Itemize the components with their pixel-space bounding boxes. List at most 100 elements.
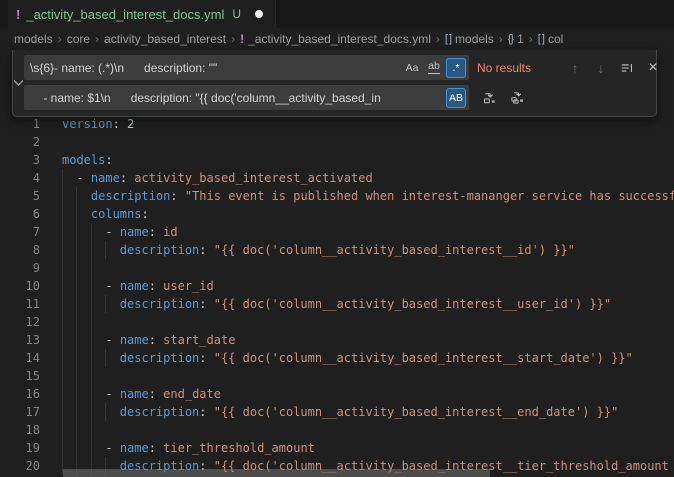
breadcrumb-separator: ›	[499, 32, 503, 46]
line-number: 12	[0, 313, 40, 331]
code-line[interactable]: 2	[0, 133, 674, 151]
breadcrumb-label: activity_based_interest	[104, 32, 226, 46]
code-line[interactable]: 7 - name: id	[0, 223, 674, 241]
breadcrumb-item-models[interactable]: [ ]models	[445, 32, 494, 46]
modified-dot-icon[interactable]	[255, 10, 263, 18]
vscode-window: ! _activity_based_interest_docs.yml U mo…	[0, 0, 674, 477]
find-in-selection-icon	[620, 61, 634, 75]
breadcrumb-label: col	[548, 32, 563, 46]
code-text: - name: end_date	[62, 385, 221, 403]
breadcrumb-item-core[interactable]: core	[67, 32, 90, 46]
code-line[interactable]: 8 description: "{{ doc('column__activity…	[0, 241, 674, 259]
symbol-object-icon: {}	[508, 33, 513, 45]
breadcrumb-item-models[interactable]: models	[14, 32, 53, 46]
code-line[interactable]: 16 - name: end_date	[0, 385, 674, 403]
code-line[interactable]: 3 models:	[0, 151, 674, 169]
indent-guide	[76, 259, 77, 277]
line-number: 11	[0, 295, 40, 313]
line-number: 1	[0, 115, 40, 133]
line-number: 20	[0, 457, 40, 475]
close-icon: ×	[648, 59, 657, 77]
code-line[interactable]: 11 description: "{{ doc('column__activit…	[0, 295, 674, 313]
indent-guide	[62, 259, 63, 277]
code-line[interactable]: 19 - name: tier_threshold_amount	[0, 439, 674, 457]
line-number: 19	[0, 439, 40, 457]
indent-guide	[76, 313, 77, 331]
line-number: 14	[0, 349, 40, 367]
replace-input-value: - name: $1\n description: "{{ doc('colum…	[30, 91, 444, 105]
replace-button[interactable]	[479, 88, 499, 108]
regex-toggle[interactable]: .*	[446, 58, 466, 78]
replace-all-icon[interactable]	[507, 88, 527, 108]
indent-guide	[91, 421, 92, 439]
replace-row: - name: $1\n description: "{{ doc('colum…	[24, 85, 663, 110]
indent-guide	[62, 421, 63, 439]
arrow-down-icon: ↓	[598, 60, 605, 76]
breadcrumb-separator: ›	[58, 32, 62, 46]
code-line[interactable]: 13 - name: start_date	[0, 331, 674, 349]
code-line[interactable]: 9	[0, 259, 674, 277]
code-text: - name: tier_threshold_amount	[62, 439, 315, 457]
previous-match-button[interactable]: ↑	[565, 58, 585, 78]
find-replace-widget: \s{6}- name: (.*)\n description: "" Aa a…	[12, 50, 657, 117]
indent-guide	[76, 421, 77, 439]
horizontal-scrollbar-thumb[interactable]	[63, 469, 490, 477]
code-text: - name: activity_based_interest_activate…	[62, 169, 373, 187]
code-line[interactable]: 10 - name: user_id	[0, 277, 674, 295]
find-input[interactable]: \s{6}- name: (.*)\n description: "" Aa a…	[24, 55, 469, 80]
whole-word-toggle[interactable]: ab	[424, 58, 444, 78]
code-text: version: 2	[62, 115, 134, 133]
code-line[interactable]: 18	[0, 421, 674, 439]
breadcrumb-separator: ›	[95, 32, 99, 46]
code-line[interactable]: 17 description: "{{ doc('column__activit…	[0, 403, 674, 421]
indent-guide	[62, 367, 63, 385]
preserve-case-toggle[interactable]: AB	[446, 88, 466, 108]
code-line[interactable]: 15	[0, 367, 674, 385]
breadcrumb-item-1[interactable]: {}1	[508, 32, 524, 46]
line-number: 2	[0, 133, 40, 151]
code-text: columns:	[62, 205, 149, 223]
find-in-selection-button[interactable]	[617, 58, 637, 78]
find-row: \s{6}- name: (.*)\n description: "" Aa a…	[24, 55, 663, 80]
breadcrumb-separator: ›	[529, 32, 533, 46]
code-line[interactable]: 5 description: "This event is published …	[0, 187, 674, 205]
line-number: 3	[0, 151, 40, 169]
replace-input[interactable]: - name: $1\n description: "{{ doc('colum…	[24, 85, 469, 110]
breadcrumb-separator: ›	[436, 32, 440, 46]
line-number: 16	[0, 385, 40, 403]
line-number: 7	[0, 223, 40, 241]
breadcrumb-item-col[interactable]: [ ]col	[538, 32, 564, 46]
match-case-toggle[interactable]: Aa	[402, 58, 422, 78]
code-line[interactable]: 12	[0, 313, 674, 331]
code-line[interactable]: 14 description: "{{ doc('column__activit…	[0, 349, 674, 367]
breadcrumb: models › core › activity_based_interest › !_ac…	[0, 28, 674, 50]
tab-title: _activity_based_interest_docs.yml	[26, 7, 224, 22]
line-number: 9	[0, 259, 40, 277]
breadcrumb-separator: ›	[231, 32, 235, 46]
code-text: description: "This event is published wh…	[62, 187, 674, 205]
line-number: 6	[0, 205, 40, 223]
code-line[interactable]: 1 version: 2	[0, 115, 674, 133]
line-number: 10	[0, 277, 40, 295]
line-number: 18	[0, 421, 40, 439]
breadcrumb-item-_activity_based_interest_docs.yml[interactable]: !_activity_based_interest_docs.yml	[240, 32, 431, 46]
tab-activity-based-interest-docs[interactable]: ! _activity_based_interest_docs.yml U	[8, 0, 276, 28]
close-button[interactable]: ×	[643, 58, 663, 78]
indent-guide	[91, 259, 92, 277]
breadcrumb-label: _activity_based_interest_docs.yml	[248, 32, 431, 46]
indent-guide	[91, 367, 92, 385]
code-line[interactable]: 6 columns:	[0, 205, 674, 223]
line-number: 4	[0, 169, 40, 187]
code-text: description: "{{ doc('column__activity_b…	[62, 403, 618, 421]
git-status-badge: U	[232, 7, 241, 21]
symbol-array-icon: [ ]	[445, 33, 451, 45]
replace-icon	[482, 90, 497, 105]
next-match-button[interactable]: ↓	[591, 58, 611, 78]
find-input-value: \s{6}- name: (.*)\n description: ""	[30, 61, 400, 75]
code-line[interactable]: 4 - name: activity_based_interest_activa…	[0, 169, 674, 187]
code-text: description: "{{ doc('column__activity_b…	[62, 295, 611, 313]
breadcrumb-item-activity_based_interest[interactable]: activity_based_interest	[104, 32, 226, 46]
replace-all-icon	[510, 90, 525, 105]
code-text: models:	[62, 151, 113, 169]
toggle-replace-button[interactable]	[13, 55, 24, 110]
